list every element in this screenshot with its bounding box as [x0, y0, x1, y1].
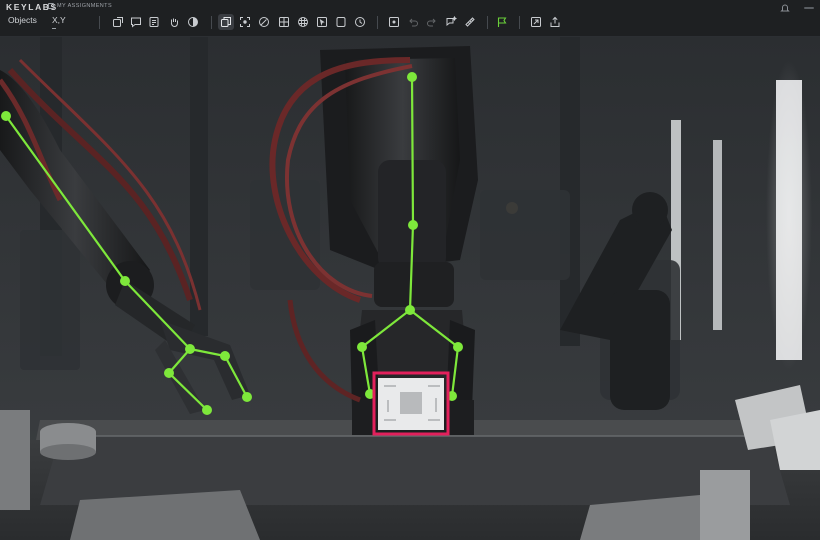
export-icon: [531, 17, 541, 27]
brush-icon: [259, 17, 269, 27]
keypoint[interactable]: [242, 392, 252, 402]
toolbar-divider: [487, 16, 488, 29]
frame-button[interactable]: [333, 14, 349, 30]
crosshair-button[interactable]: [386, 14, 402, 30]
keypoint[interactable]: [408, 220, 418, 230]
ruler-button[interactable]: [462, 14, 478, 30]
brush-button[interactable]: [256, 14, 272, 30]
share-icon: [550, 16, 560, 27]
my-assignments-link[interactable]: MY ASSIGNMENTS: [48, 3, 112, 9]
keypoint[interactable]: [405, 305, 415, 315]
hand-tool-icon: [170, 18, 178, 28]
pattern-button[interactable]: [295, 14, 311, 30]
notification-icon[interactable]: [780, 3, 790, 13]
export-button[interactable]: [528, 14, 544, 30]
keypoint[interactable]: [407, 72, 417, 82]
top-toolbar: KEYLABS MY ASSIGNMENTS Objects X,Y: [0, 0, 820, 37]
ai-assist-button[interactable]: [443, 14, 459, 30]
note-button[interactable]: [146, 14, 162, 30]
toolbar-divider: [99, 16, 100, 29]
comment-button[interactable]: [128, 14, 144, 30]
contrast-button[interactable]: [185, 14, 201, 30]
hand-tool-button[interactable]: [166, 14, 182, 30]
keypoint[interactable]: [164, 368, 174, 378]
assignments-icon: [48, 3, 54, 9]
toolbar-divider: [377, 16, 378, 29]
keypoint[interactable]: [453, 342, 463, 352]
rotate-image-icon: [113, 17, 123, 27]
keypoint[interactable]: [185, 344, 195, 354]
keypoint[interactable]: [202, 405, 212, 415]
undo-icon: [409, 18, 418, 27]
ai-assist-icon: [446, 16, 457, 27]
frame-icon: [336, 17, 346, 27]
pattern-icon: [298, 17, 308, 27]
undo-button[interactable]: [405, 14, 421, 30]
keypoint[interactable]: [220, 351, 230, 361]
ruler-icon: [465, 17, 475, 27]
annotation-canvas[interactable]: [0, 36, 820, 540]
rotate-image-button[interactable]: [110, 14, 126, 30]
factory-scene-image: [0, 36, 820, 540]
tab-xy-indicator: [52, 28, 56, 29]
keypoint[interactable]: [1, 111, 11, 121]
clock-icon: [355, 17, 365, 27]
flag-button[interactable]: [494, 14, 510, 30]
crosshair-icon: [389, 17, 399, 27]
contrast-icon: [188, 17, 198, 27]
keypoint[interactable]: [120, 276, 130, 286]
toolbar-divider: [211, 16, 212, 29]
tab-objects[interactable]: Objects: [8, 15, 37, 25]
menu-collapse-handle[interactable]: [804, 7, 814, 9]
grid-icon: [279, 17, 289, 27]
select-icon: [317, 17, 327, 27]
flag-icon: [497, 17, 507, 27]
history-button[interactable]: [352, 14, 368, 30]
fit-screen-button[interactable]: [237, 14, 253, 30]
grid-button[interactable]: [276, 14, 292, 30]
share-button[interactable]: [547, 14, 563, 30]
tab-xy[interactable]: X,Y: [52, 15, 66, 29]
select-button[interactable]: [314, 14, 330, 30]
tab-xy-label: X,Y: [52, 15, 66, 25]
comment-icon: [131, 17, 141, 28]
annotation-app: KEYLABS MY ASSIGNMENTS Objects X,Y: [0, 0, 820, 540]
my-assignments-label: MY ASSIGNMENTS: [57, 3, 113, 9]
copy-button[interactable]: [218, 14, 234, 30]
redo-icon: [427, 18, 436, 27]
fit-screen-icon: [240, 17, 250, 27]
toolbar-divider: [519, 16, 520, 29]
copy-icon: [221, 17, 231, 27]
redo-button[interactable]: [424, 14, 440, 30]
keypoint[interactable]: [357, 342, 367, 352]
note-icon: [149, 17, 159, 27]
